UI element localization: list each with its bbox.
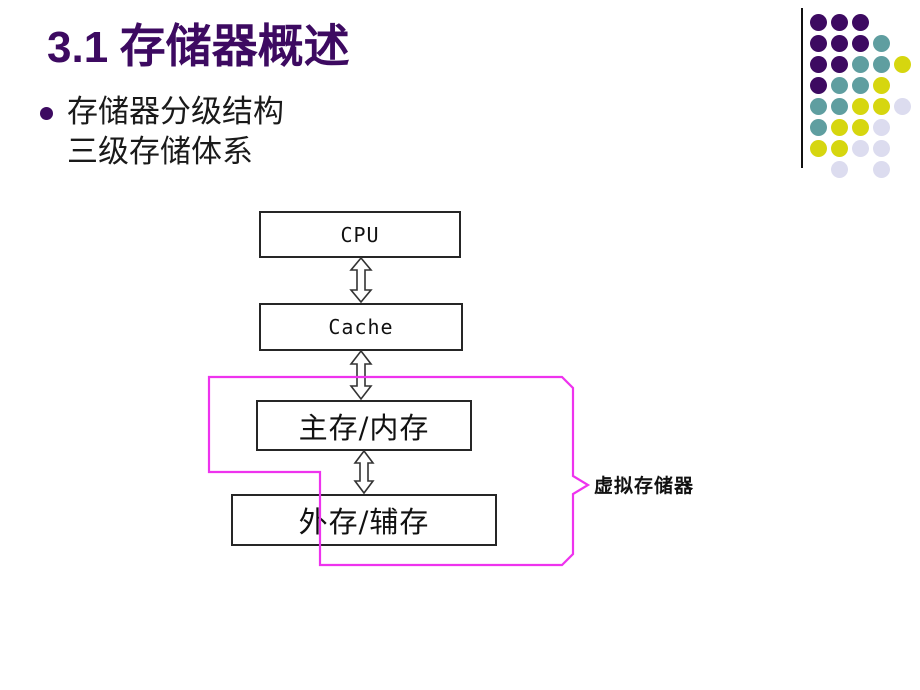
- slide-canvas: 3.1 存储器概述 存储器分级结构 三级存储体系 CPU Cache 主存/内存…: [0, 0, 920, 690]
- virtual-memory-outline: [207, 375, 591, 567]
- memory-hierarchy-diagram: CPU Cache 主存/内存 外存/辅存 虚拟存储器: [0, 0, 920, 690]
- virtual-memory-label: 虚拟存储器: [594, 475, 695, 497]
